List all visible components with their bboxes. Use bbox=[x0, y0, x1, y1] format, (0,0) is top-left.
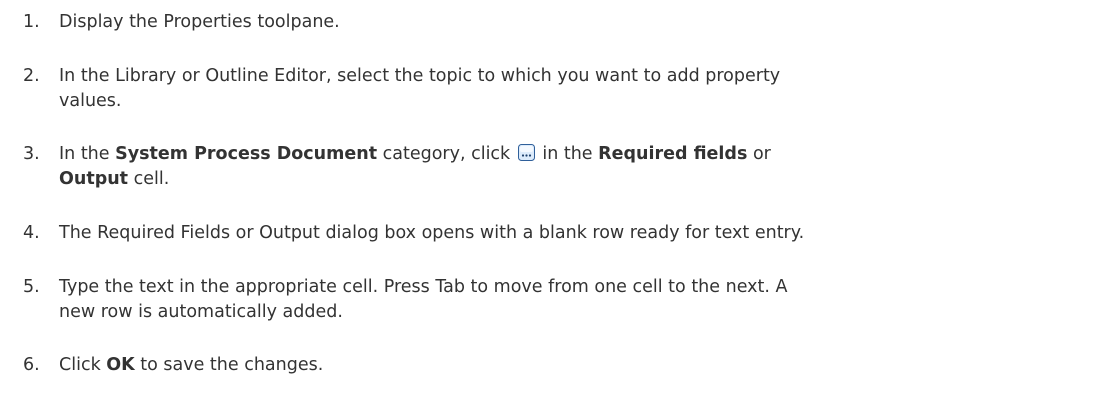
output-label: Output bbox=[59, 169, 129, 189]
step-number: 3. bbox=[23, 144, 40, 164]
required-fields-label: Required fields bbox=[598, 144, 748, 164]
text-run: In the bbox=[59, 144, 116, 164]
step-text: In the Library or Outline Editor, select… bbox=[59, 66, 781, 111]
text-run: or bbox=[747, 144, 771, 164]
step-text: Type the text in the appropriate cell. P… bbox=[59, 277, 788, 322]
step-number: 6. bbox=[23, 355, 40, 375]
text-run: category, click bbox=[377, 144, 516, 164]
step-text: Click OK to save the changes. bbox=[59, 353, 829, 378]
step-text: The Required Fields or Output dialog box… bbox=[59, 223, 805, 243]
step-text: In the System Process Document category,… bbox=[59, 142, 829, 192]
step-number: 5. bbox=[23, 277, 40, 297]
step-number: 1. bbox=[23, 12, 40, 32]
ok-label: OK bbox=[106, 355, 135, 375]
step-text: Display the Properties toolpane. bbox=[59, 12, 340, 32]
text-run: in the bbox=[536, 144, 599, 164]
step-number: 2. bbox=[23, 66, 40, 86]
text-run: Click bbox=[59, 355, 107, 375]
text-run: to save the changes. bbox=[134, 355, 324, 375]
system-process-document-label: System Process Document bbox=[115, 144, 378, 164]
ellipsis-button-icon bbox=[517, 144, 535, 161]
step-number: 4. bbox=[23, 223, 40, 243]
text-run: cell. bbox=[128, 169, 170, 189]
